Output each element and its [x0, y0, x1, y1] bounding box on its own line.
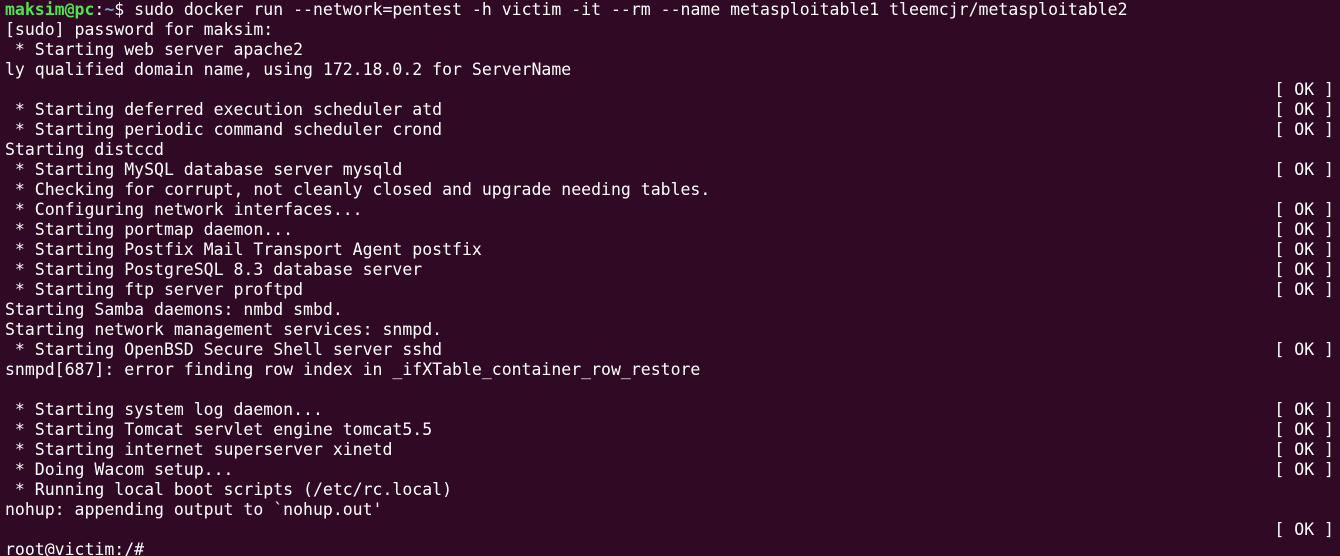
status-ok: [ OK ] [1274, 200, 1334, 219]
output-text: * Configuring network interfaces... [5, 200, 363, 219]
output-text: * Starting PostgreSQL 8.3 database serve… [5, 260, 423, 279]
status-ok: [ OK ] [1274, 220, 1334, 239]
output-text: * Checking for corrupt, not cleanly clos… [5, 180, 711, 199]
output-line: * Starting internet superserver xinetd [ … [5, 440, 1340, 460]
prompt-separator: : [94, 0, 105, 19]
status-ok: [ OK ] [1274, 160, 1334, 179]
status-ok: [ OK ] [1274, 280, 1334, 299]
status-ok: [ OK ] [1274, 240, 1334, 259]
output-line: Starting network management services: sn… [5, 320, 1340, 340]
status-ok: [ OK ] [1274, 420, 1334, 439]
output-text: * Starting deferred execution scheduler … [5, 100, 443, 119]
output-line: Starting distccd [5, 140, 1340, 160]
output-line: * Starting portmap daemon... [ OK ] [5, 220, 1340, 240]
output-text: * Running local boot scripts (/etc/rc.lo… [5, 480, 453, 499]
output-line: [ OK ] [5, 80, 1340, 100]
output-text: * Starting OpenBSD Secure Shell server s… [5, 340, 443, 359]
root-prompt: root@victim:/# [5, 540, 155, 556]
output-line: * Starting OpenBSD Secure Shell server s… [5, 340, 1340, 360]
output-text: * Doing Wacom setup... [5, 460, 234, 479]
output-text: * Starting periodic command scheduler cr… [5, 120, 443, 139]
output-line: * Checking for corrupt, not cleanly clos… [5, 180, 1340, 200]
output-text: ly qualified domain name, using 172.18.0… [5, 60, 572, 79]
output-line: * Starting Postfix Mail Transport Agent … [5, 240, 1340, 260]
command-prompt-line: maksim@pc:~$ sudo docker run --network=p… [5, 0, 1340, 20]
output-line: snmpd[687]: error finding row index in _… [5, 360, 1340, 380]
output-text: * Starting internet superserver xinetd [5, 440, 393, 459]
status-ok: [ OK ] [1274, 520, 1334, 539]
output-text: * Starting system log daemon... [5, 400, 323, 419]
output-line: * Starting web server apache2 [5, 40, 1340, 60]
status-ok: [ OK ] [1274, 400, 1334, 419]
status-ok: [ OK ] [1274, 440, 1334, 459]
prompt-path: ~ [104, 0, 115, 19]
output-line: * Configuring network interfaces... [ OK … [5, 200, 1340, 220]
prompt-user-host: maksim@pc [5, 0, 95, 19]
output-line: ly qualified domain name, using 172.18.0… [5, 60, 1340, 80]
command-text: sudo docker run --network=pentest -h vic… [134, 0, 1128, 19]
status-ok: [ OK ] [1274, 260, 1334, 279]
output-text: * Starting Postfix Mail Transport Agent … [5, 240, 482, 259]
output-text: [sudo] password for maksim: [5, 20, 274, 39]
output-text: * Starting portmap daemon... [5, 220, 294, 239]
output-text: Starting network management services: sn… [5, 320, 443, 339]
output-line: nohup: appending output to `nohup.out' [5, 500, 1340, 520]
output-text: nohup: appending output to `nohup.out' [5, 500, 383, 519]
status-ok: [ OK ] [1274, 120, 1334, 139]
output-line: * Starting ftp server proftpd [ OK ] [5, 280, 1340, 300]
output-text: * Starting Tomcat servlet engine tomcat5… [5, 420, 433, 439]
output-line: * Starting deferred execution scheduler … [5, 100, 1340, 120]
status-ok: [ OK ] [1274, 460, 1334, 479]
output-text: * Starting web server apache2 [5, 40, 304, 59]
output-line: * Running local boot scripts (/etc/rc.lo… [5, 480, 1340, 500]
output-line: * Doing Wacom setup... [ OK ] [5, 460, 1340, 480]
output-line: * Starting PostgreSQL 8.3 database serve… [5, 260, 1340, 280]
status-ok: [ OK ] [1274, 80, 1334, 99]
output-line: * Starting Tomcat servlet engine tomcat5… [5, 420, 1340, 440]
status-ok: [ OK ] [1274, 100, 1334, 119]
output-line: Starting Samba daemons: nmbd smbd. [5, 300, 1340, 320]
output-text: snmpd[687]: error finding row index in _… [5, 360, 701, 379]
terminal-window[interactable]: maksim@pc:~$ sudo docker run --network=p… [0, 0, 1340, 556]
status-ok: [ OK ] [1274, 340, 1334, 359]
output-text: * Starting ftp server proftpd [5, 280, 304, 299]
output-line: * Starting system log daemon... [ OK ] [5, 400, 1340, 420]
output-text: * Starting MySQL database server mysqld [5, 160, 403, 179]
output-text: Starting Samba daemons: nmbd smbd. [5, 300, 343, 319]
output-line: * Starting MySQL database server mysqld [… [5, 160, 1340, 180]
output-text: Starting distccd [5, 140, 164, 159]
prompt-symbol: $ [114, 0, 135, 19]
output-line: [ OK ] [5, 520, 1340, 540]
shell-input-line[interactable]: root@victim:/# [5, 540, 1340, 556]
output-line: * Starting periodic command scheduler cr… [5, 120, 1340, 140]
output-line: [sudo] password for maksim: [5, 20, 1340, 40]
